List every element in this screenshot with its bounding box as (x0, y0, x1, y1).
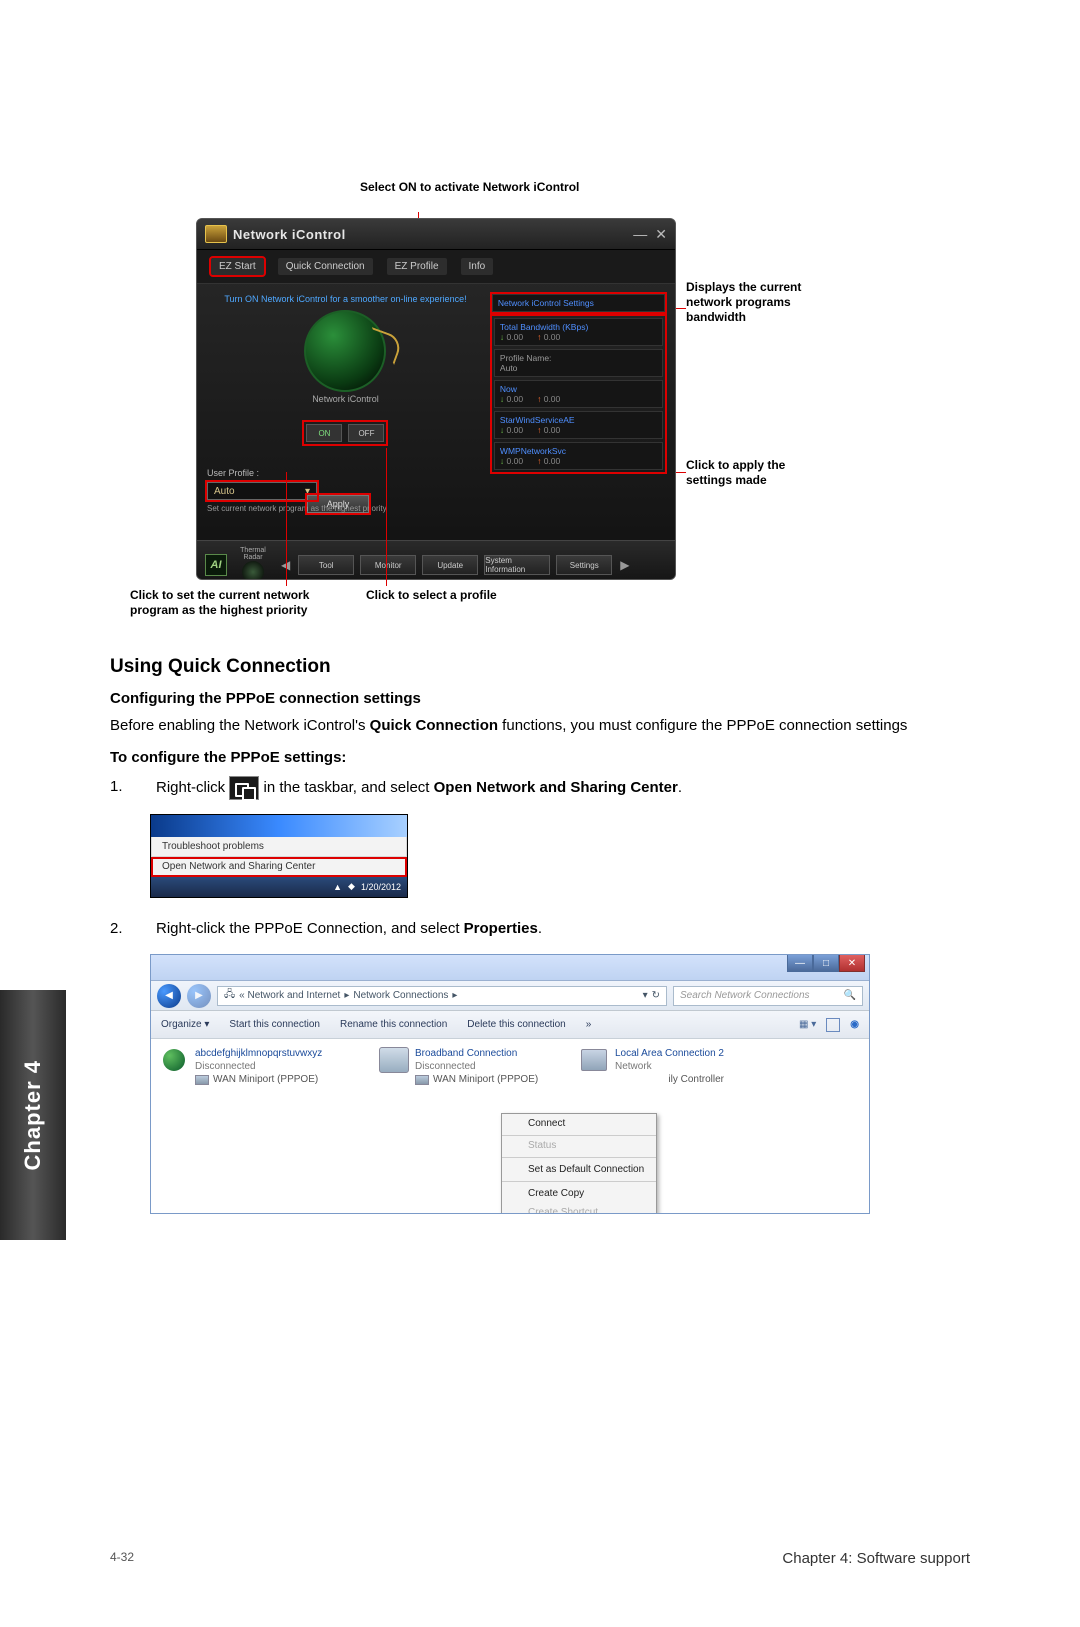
profile-select-value: Auto (214, 486, 235, 497)
bottom-settings[interactable]: Settings (556, 555, 612, 575)
toolbar: Organize ▾ Start this connection Rename … (151, 1011, 869, 1039)
tray-flag-icon: ▲ (333, 882, 342, 892)
tab-info[interactable]: Info (461, 258, 494, 275)
ctx-connect[interactable]: Connect (502, 1114, 656, 1136)
step-2: 2. Right-click the PPPoE Connection, and… (110, 918, 970, 941)
on-button[interactable]: ON (306, 424, 342, 442)
search-input[interactable]: Search Network Connections 🔍 (673, 986, 863, 1006)
annot-bottom-left: Click to set the current network program… (130, 588, 350, 618)
close-icon[interactable]: ✕ (655, 226, 667, 243)
toolbar-organize[interactable]: Organize ▾ (161, 1019, 209, 1030)
network-folder-icon: 🖧 (224, 987, 235, 1004)
tabs: EZ Start Quick Connection EZ Profile Inf… (197, 249, 675, 284)
annot-right-apply: Click to apply the settings made (686, 458, 826, 488)
profile-name-label: Profile Name: (500, 353, 657, 363)
maximize-button[interactable]: □ (813, 954, 839, 972)
tab-quick-connection[interactable]: Quick Connection (278, 258, 373, 275)
ctx-create-copy[interactable]: Create Copy (502, 1184, 656, 1203)
profile-select[interactable]: Auto ▾ (207, 482, 317, 500)
menu-open-network-sharing[interactable]: Open Network and Sharing Center (151, 857, 407, 877)
breadcrumb[interactable]: 🖧 « Network and Internet▸Network Connect… (217, 986, 667, 1006)
annot-bottom-mid: Click to select a profile (366, 588, 497, 603)
minimize-button[interactable]: — (787, 954, 813, 972)
preview-pane-icon[interactable] (826, 1018, 840, 1032)
hint-text: Turn ON Network iControl for a smoother … (207, 294, 484, 304)
page-footer: 4-32 Chapter 4: Software support (110, 1550, 970, 1567)
chevron-down-icon: ▾ (305, 486, 310, 497)
toolbar-more[interactable]: » (586, 1019, 592, 1030)
bandwidth-panel: Total Bandwidth (KBps) ↓ 0.00↑ 0.00 Prof… (492, 316, 665, 472)
menu-troubleshoot[interactable]: Troubleshoot problems (151, 837, 407, 857)
toolbar-start-connection[interactable]: Start this connection (229, 1019, 320, 1030)
context-menu: Connect Status Set as Default Connection… (501, 1113, 657, 1214)
chevron-right-icon[interactable]: ▶ (618, 558, 631, 572)
asus-logo-icon (205, 225, 227, 243)
network-tray-icon (229, 776, 259, 800)
tray-date: 1/20/2012 (361, 882, 401, 892)
toolbar-rename-connection[interactable]: Rename this connection (340, 1019, 447, 1030)
chapter-tab: Chapter 4 (0, 990, 66, 1240)
bottom-tool[interactable]: Tool (298, 555, 354, 575)
close-button[interactable]: ✕ (839, 954, 865, 972)
ai-suite-icon[interactable]: AI (205, 554, 227, 576)
tab-ez-start[interactable]: EZ Start (211, 258, 264, 275)
tray-icon: ◆ (348, 881, 355, 892)
app-window-network-icontrol: Network iControl — ✕ EZ Start Quick Conn… (196, 218, 676, 580)
search-icon: 🔍 (844, 990, 856, 1001)
miniport-icon (415, 1075, 429, 1085)
connection-globe-icon (159, 1047, 189, 1073)
connection-item[interactable]: abcdefghijklmnopqrstuvwxyz Disconnected … (159, 1047, 369, 1207)
minimize-icon[interactable]: — (633, 226, 647, 243)
toolbar-delete-connection[interactable]: Delete this connection (467, 1019, 565, 1030)
window-titlebar: — □ ✕ (151, 955, 869, 981)
tab-ez-profile[interactable]: EZ Profile (387, 258, 447, 275)
figure-tray-context-menu: Troubleshoot problems Open Network and S… (150, 814, 408, 898)
bandwidth-label: Total Bandwidth (KBps) (500, 322, 657, 332)
annot-right-bandwidth: Displays the current network programs ba… (686, 280, 826, 325)
ctx-status: Status (502, 1136, 656, 1155)
annot-line (386, 448, 387, 586)
heading-configuring-pppoe: Configuring the PPPoE connection setting… (110, 690, 970, 707)
annot-top: Select ON to activate Network iControl (360, 180, 579, 195)
back-button[interactable]: ◀ (157, 984, 181, 1008)
settings-header[interactable]: Network iControl Settings (492, 294, 665, 312)
chapter-title: Chapter 4: Software support (782, 1550, 970, 1567)
user-profile-label: User Profile : (207, 468, 484, 478)
globe-label: Network iControl (207, 394, 484, 404)
off-button[interactable]: OFF (348, 424, 384, 442)
heading-using-quick-connection: Using Quick Connection (110, 656, 970, 678)
window-titlebar: Network iControl — ✕ (197, 219, 675, 249)
help-icon[interactable]: ◉ (850, 1019, 859, 1030)
globe-icon (304, 310, 386, 392)
miniport-icon (195, 1075, 209, 1085)
window-title: Network iControl (233, 227, 346, 242)
taskbar: ▲ ◆ 1/20/2012 (151, 877, 407, 897)
ctx-create-shortcut[interactable]: Create Shortcut (502, 1203, 656, 1214)
step-1: 1. Right-click in the taskbar, and selec… (110, 776, 970, 800)
bottom-bar: AI Thermal Radar ◀ Tool Monitor Update S… (197, 540, 675, 580)
thermal-radar[interactable]: Thermal Radar (233, 547, 273, 580)
heading-to-configure: To configure the PPPoE settings: (110, 749, 970, 766)
radar-icon (242, 561, 264, 580)
bottom-monitor[interactable]: Monitor (360, 555, 416, 575)
view-icon[interactable]: ▦ ▾ (799, 1019, 816, 1030)
annot-line (286, 472, 287, 586)
figure-network-connections-window: — □ ✕ ◀ ▶ 🖧 « Network and Internet▸Netwo… (150, 954, 870, 1214)
bottom-sysinfo[interactable]: System Information (484, 555, 550, 575)
bottom-update[interactable]: Update (422, 555, 478, 575)
blurred-window-strip (151, 815, 407, 837)
ctx-set-default[interactable]: Set as Default Connection (502, 1160, 656, 1179)
page-number: 4-32 (110, 1550, 134, 1567)
connection-modem-icon (379, 1047, 409, 1073)
forward-button[interactable]: ▶ (187, 984, 211, 1008)
connection-lan-icon (579, 1047, 609, 1073)
body-text: Before enabling the Network iControl's Q… (110, 715, 970, 737)
